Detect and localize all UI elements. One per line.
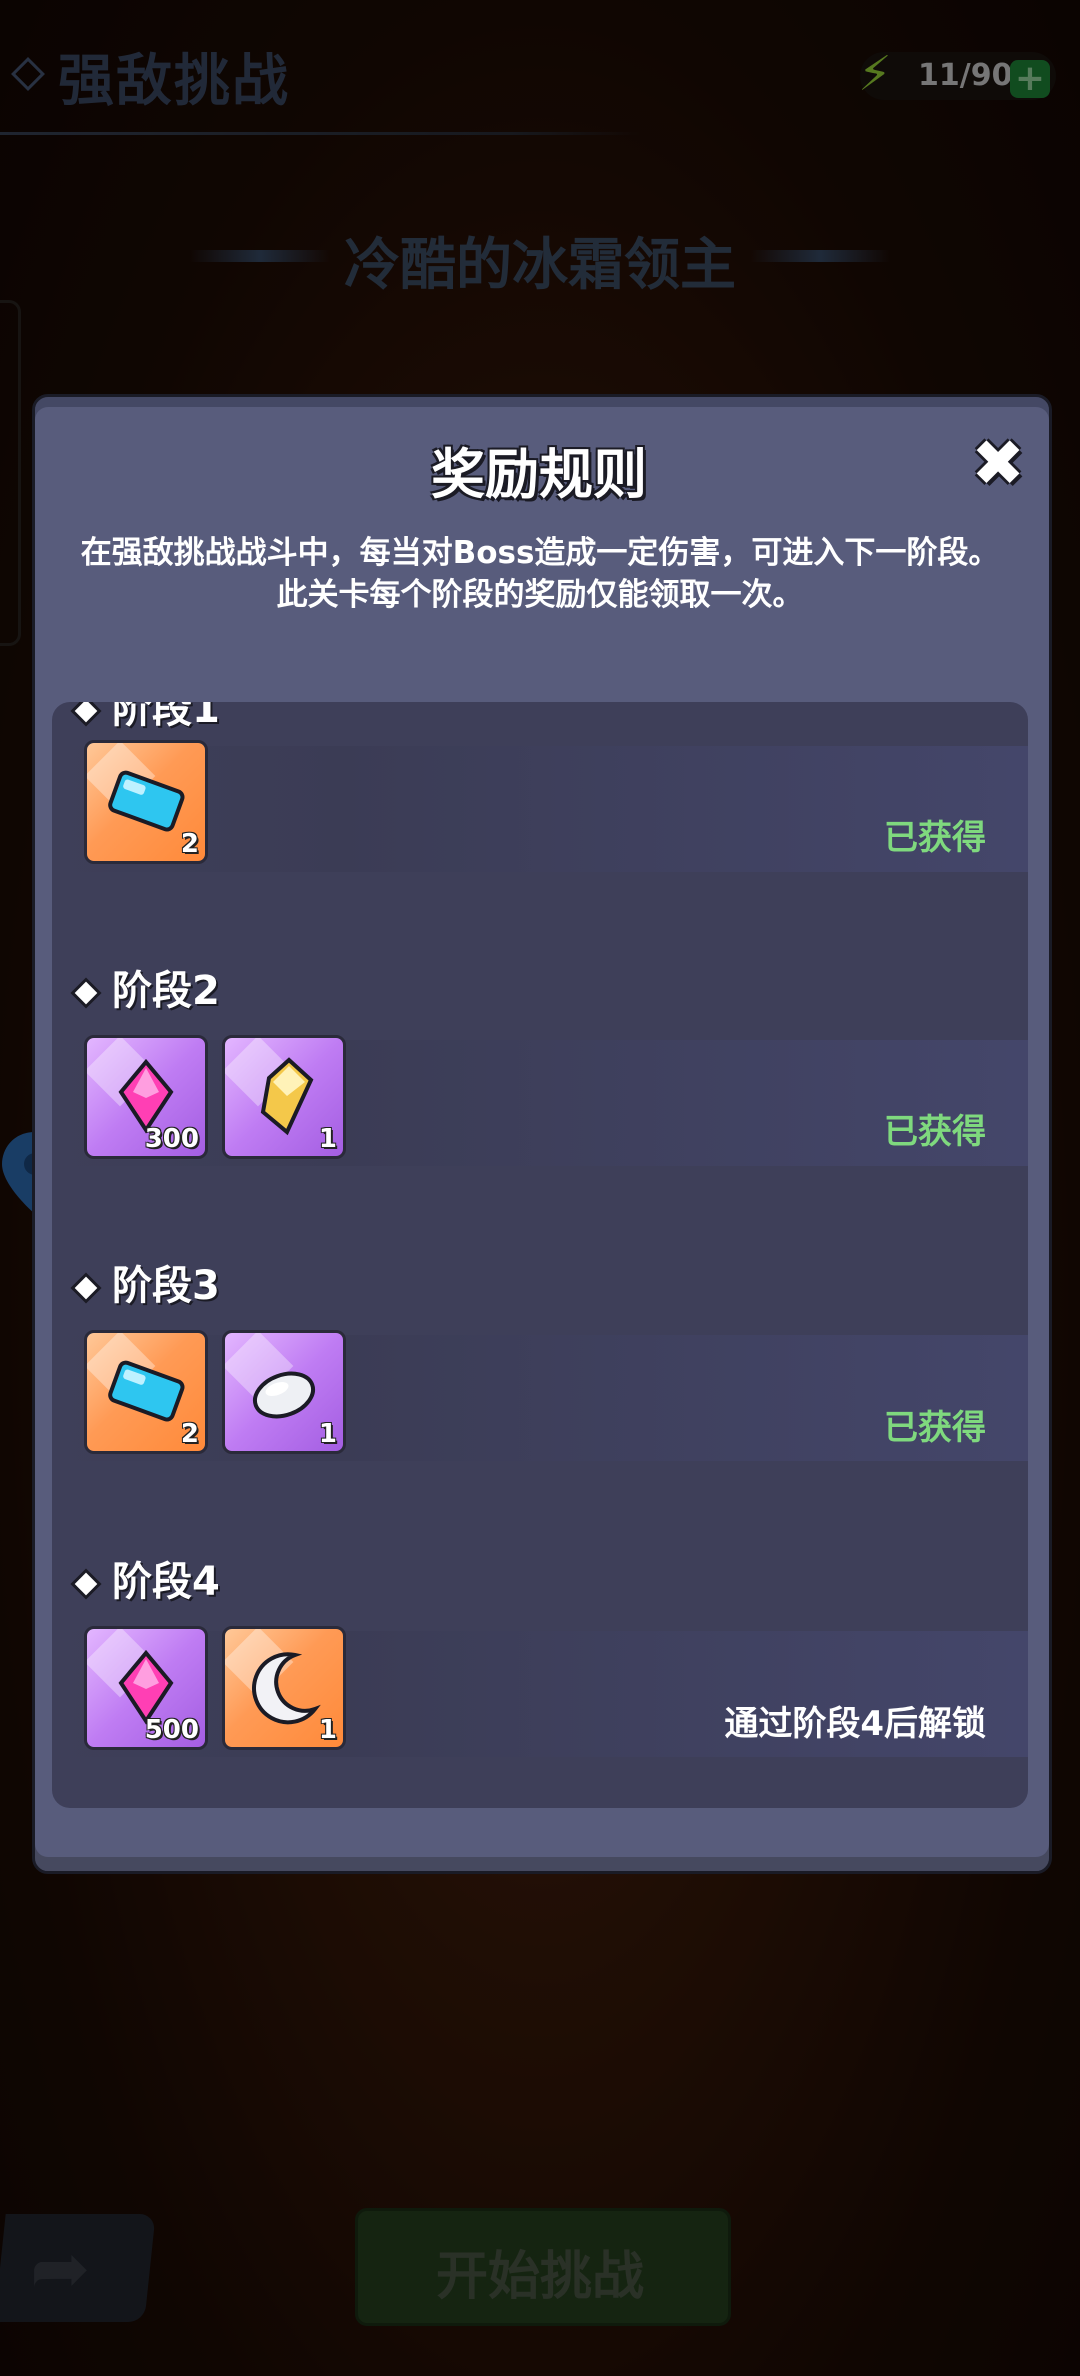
stage-2-header: 阶段2 [74,958,220,1016]
item-quantity: 1 [318,1419,337,1449]
crystal-item[interactable]: 1 [222,1035,346,1159]
modal-title: 奖励规则 [431,443,647,506]
gem-item[interactable]: 500 [84,1626,208,1750]
stage-3-header: 阶段3 [74,1253,220,1311]
close-icon[interactable]: ✖ [966,432,1030,496]
item-quantity: 2 [180,829,199,859]
gem-item[interactable]: 300 [84,1035,208,1159]
item-quantity: 2 [180,1419,199,1449]
item-quantity: 1 [318,1124,337,1154]
stage-4-status: 通过阶段4后解锁 [724,1704,986,1744]
stage-3-status: 已获得 [884,1408,986,1448]
stage-2-status: 已获得 [884,1112,986,1152]
modal-description: 在强敌挑战战斗中，每当对Boss造成一定伤害，可进入下一阶段。 此关卡每个阶段的… [70,532,1010,616]
description-line-1: 在强敌挑战战斗中，每当对Boss造成一定伤害，可进入下一阶段。 [80,535,1000,571]
ring-item[interactable]: 1 [222,1626,346,1750]
stone-item[interactable]: 1 [222,1330,346,1454]
stage-1-header: 阶段1 [74,702,220,734]
item-quantity: 300 [144,1124,199,1154]
ticket-item[interactable]: 2 [84,1330,208,1454]
stage-1-status: 已获得 [884,818,986,858]
item-quantity: 500 [144,1715,199,1745]
description-line-2: 此关卡每个阶段的奖励仅能领取一次。 [276,577,804,613]
ticket-item[interactable]: 2 [84,740,208,864]
item-quantity: 1 [318,1715,337,1745]
reward-list[interactable]: 阶段1 2 已获得 阶段2 300 1 已获得 阶段3 2 1 已获得 阶段4 … [52,702,1028,1808]
stage-4-header: 阶段4 [74,1549,220,1607]
